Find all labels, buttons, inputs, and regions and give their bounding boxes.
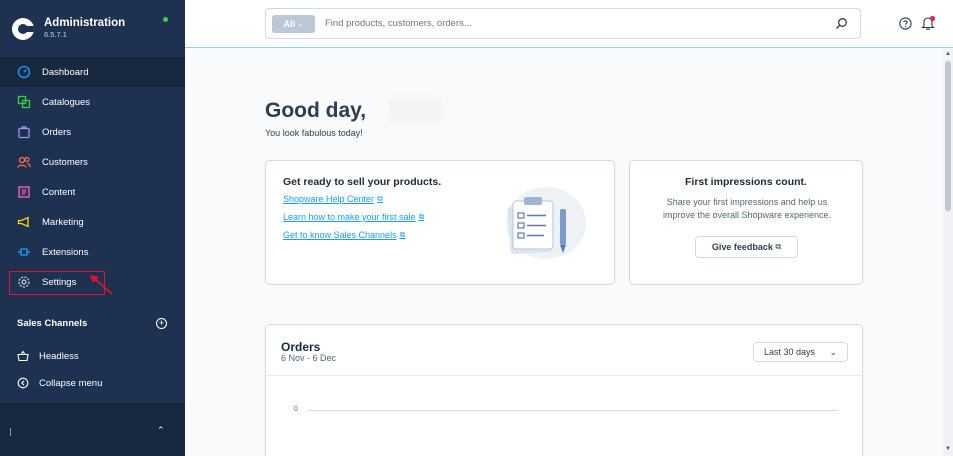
sales-channels-label: Sales Channels xyxy=(17,318,88,329)
nav-item-extensions[interactable]: Extensions xyxy=(0,237,185,267)
collapse-label: Collapse menu xyxy=(39,377,103,389)
scrollbar-thumb[interactable] xyxy=(945,61,951,211)
external-link-icon: ⧉ xyxy=(377,194,383,203)
nav-label: Catalogues xyxy=(42,96,91,108)
chart-baseline xyxy=(308,410,838,411)
card-divider xyxy=(266,375,862,376)
global-search: All ⌄ xyxy=(265,8,861,39)
feedback-card-text: Share your first impressions and help us… xyxy=(662,197,832,220)
nav-label: Content xyxy=(42,186,76,198)
feedback-card-title: First impressions count. xyxy=(685,176,807,188)
link-label: Learn how to make your first sale xyxy=(283,212,416,222)
first-sale-link[interactable]: Learn how to make your first sale ⧉ xyxy=(283,212,424,222)
help-center-link[interactable]: Shopware Help Center ⧉ xyxy=(283,194,383,204)
add-sales-channel-icon[interactable]: + xyxy=(156,318,167,329)
nav-item-orders[interactable]: Orders xyxy=(0,117,185,147)
shopware-logo[interactable] xyxy=(12,17,35,40)
customers-icon xyxy=(17,155,31,169)
nav-label: Extensions xyxy=(42,246,89,258)
external-link-icon: ⧉ xyxy=(775,242,782,251)
marketing-icon xyxy=(17,215,31,229)
chart-axis-zero-label: 0 xyxy=(294,406,298,413)
content-icon xyxy=(17,185,31,199)
version-label: 6.5.7.1 xyxy=(44,30,67,39)
scroll-down-icon[interactable]: ▼ xyxy=(945,446,951,452)
search-icon[interactable] xyxy=(835,17,848,30)
nav-label: Dashboard xyxy=(42,66,89,78)
greeting-title: Good day, xyxy=(265,99,367,122)
main-navigation: Dashboard Catalogues Orders Customers Co… xyxy=(0,57,185,297)
chevron-down-icon: ⌄ xyxy=(297,20,304,28)
orders-icon xyxy=(17,125,31,139)
nav-label: Orders xyxy=(42,126,72,138)
sidebar-header: Administration 6.5.7.1 xyxy=(0,0,185,57)
nav-label: Customers xyxy=(42,156,88,168)
sales-channel-item-headless[interactable]: Headless xyxy=(17,350,79,362)
status-dot xyxy=(163,17,168,22)
greeting-subtitle: You look fabulous today! xyxy=(265,128,363,138)
dashboard-main: Good day, You look fabulous today! Get r… xyxy=(185,49,943,456)
sales-channel-label: Headless xyxy=(39,350,79,362)
orders-title: Orders xyxy=(281,340,321,354)
collapse-menu-button[interactable]: Collapse menu xyxy=(17,377,102,389)
sidebar-footer[interactable]: ⌃ xyxy=(0,403,185,456)
sell-card-title: Get ready to sell your products. xyxy=(283,176,442,188)
orders-date-range: 6 Nov - 6 Dec xyxy=(281,353,337,363)
nav-item-dashboard[interactable]: Dashboard xyxy=(0,57,185,87)
link-label: Get to know Sales Channels xyxy=(283,230,397,240)
external-link-icon: ⧉ xyxy=(399,230,406,239)
button-label: Give feedback xyxy=(711,242,773,252)
nav-label: Marketing xyxy=(42,216,84,228)
top-bar: All ⌄ xyxy=(185,0,953,48)
catalogue-icon xyxy=(17,95,31,109)
sales-channels-header: Sales Channels + xyxy=(17,318,167,329)
scroll-up-icon[interactable]: ▲ xyxy=(945,51,951,57)
chevron-down-icon: ⌄ xyxy=(829,347,837,357)
nav-item-content[interactable]: Content xyxy=(0,177,185,207)
dashboard-icon xyxy=(17,65,31,79)
admin-title: Administration xyxy=(44,17,126,29)
notification-bell-icon[interactable] xyxy=(921,15,936,31)
greeting-name-placeholder xyxy=(390,98,440,122)
main-scrollbar[interactable]: ▲ ▼ xyxy=(943,49,953,456)
sales-channels-link[interactable]: Get to know Sales Channels ⧉ xyxy=(283,230,405,240)
help-icon[interactable] xyxy=(899,17,912,30)
nav-item-customers[interactable]: Customers xyxy=(0,147,185,177)
search-input[interactable] xyxy=(325,18,860,29)
give-feedback-button[interactable]: Give feedback ⧉ xyxy=(695,236,798,258)
feedback-card: First impressions count. Share your firs… xyxy=(629,160,863,285)
link-label: Shopware Help Center xyxy=(283,194,375,204)
basket-icon xyxy=(17,350,29,362)
nav-item-catalogues[interactable]: Catalogues xyxy=(0,87,185,117)
search-scope-select[interactable]: All ⌄ xyxy=(272,14,315,33)
nav-item-marketing[interactable]: Marketing xyxy=(0,207,185,237)
orders-card: Orders 6 Nov - 6 Dec Last 30 days ⌄ 0 xyxy=(265,324,863,456)
search-scope-label: All xyxy=(283,18,296,29)
sell-products-card: Get ready to sell your products. Shopwar… xyxy=(265,160,615,285)
annotation-arrow-icon xyxy=(90,275,113,295)
user-divider xyxy=(10,428,11,436)
external-link-icon: ⧉ xyxy=(418,212,425,221)
sidebar: Administration 6.5.7.1 Dashboard Catalog… xyxy=(0,0,185,456)
chevron-up-icon[interactable]: ⌃ xyxy=(157,425,165,436)
collapse-icon xyxy=(17,377,29,389)
extensions-icon xyxy=(17,245,31,259)
clipboard-illustration-icon xyxy=(506,187,586,259)
period-select[interactable]: Last 30 days ⌄ xyxy=(753,342,848,362)
period-value: Last 30 days xyxy=(764,347,816,357)
